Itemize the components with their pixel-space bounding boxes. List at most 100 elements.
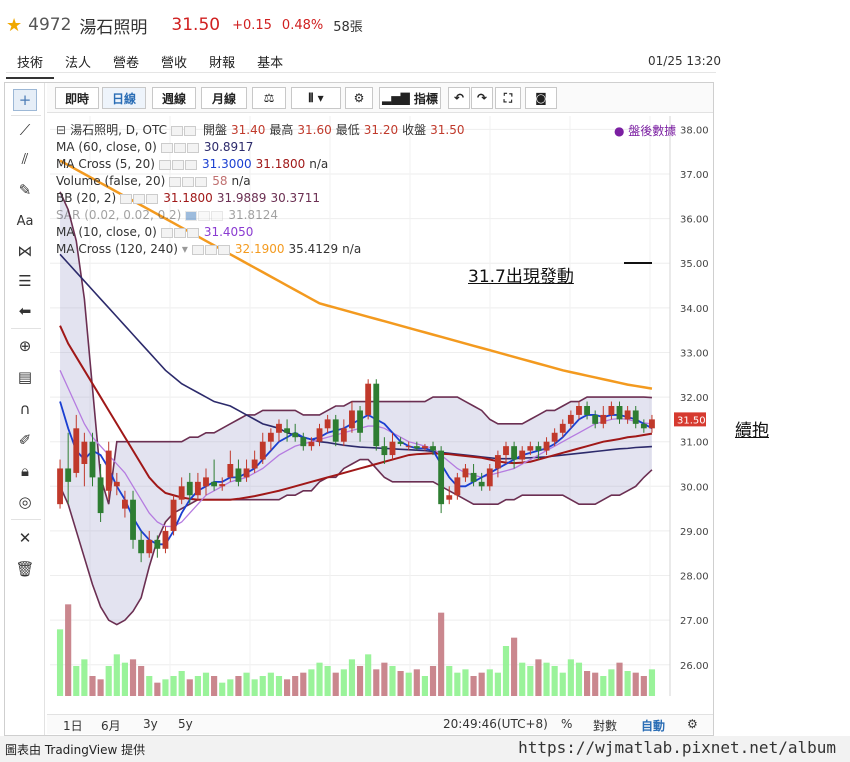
candle-body	[219, 484, 226, 487]
legend-eye-icon[interactable]	[185, 210, 198, 221]
fib-retracement-icon[interactable]: ☰	[13, 270, 37, 292]
indicators-label: 指標	[413, 91, 438, 106]
volume-bar	[535, 659, 542, 696]
fullscreen-icon[interactable]: ⛶	[495, 87, 521, 109]
range-3y-button[interactable]: 3y	[143, 717, 158, 731]
lock-icon[interactable]: 🔒︎	[13, 460, 37, 482]
watermark-text: https://wjmatlab.pixnet.net/album	[518, 738, 836, 757]
volume-bar	[275, 676, 283, 696]
range-1d-button[interactable]: 1日	[63, 717, 83, 734]
annotation-line	[624, 262, 652, 264]
legend-eye-icon[interactable]	[158, 159, 171, 170]
log-scale-button[interactable]: 對數	[593, 717, 617, 734]
tab-margin[interactable]: 營卷	[102, 50, 150, 79]
tab-basic[interactable]: 基本	[246, 50, 294, 79]
interval-monthly-button[interactable]: 月線	[201, 87, 247, 109]
volume-bar	[438, 612, 445, 696]
trend-line-icon[interactable]: ⟋	[13, 119, 37, 141]
legend-close-icon[interactable]	[186, 142, 199, 153]
pattern-icon[interactable]: ⋈	[13, 240, 37, 262]
redo-icon[interactable]: ↷	[471, 87, 493, 109]
candle-body	[373, 383, 380, 447]
price-tick-label: 28.00	[680, 572, 709, 583]
tab-institutional[interactable]: 法人	[54, 50, 102, 79]
legend-volume: Volume (false, 20) 58 n/a	[56, 173, 469, 190]
volume-bar	[121, 662, 128, 696]
chart-legend: ⊟ 湯石照明, D, OTC 開盤 31.40 最高 31.60 最低 31.20 收…	[56, 122, 469, 258]
legend-close-icon[interactable]	[211, 210, 224, 221]
collapse-legend-icon[interactable]: ⊟	[56, 122, 66, 139]
settings-gear-icon[interactable]: ⚙	[345, 87, 373, 109]
crosshair-icon[interactable]: +	[13, 89, 37, 111]
chart-type-candles-icon[interactable]: ⫴ ▾	[291, 87, 341, 109]
volume-bar	[178, 671, 185, 696]
indicators-button[interactable]: ▂▅▇ 指標	[379, 87, 441, 109]
legend-settings-icon[interactable]	[198, 210, 211, 221]
tab-financials[interactable]: 財報	[198, 50, 246, 79]
legend-open: 31.40	[231, 123, 266, 137]
volume-bar	[284, 679, 291, 696]
candle-body	[243, 468, 250, 478]
interval-intraday-button[interactable]: 即時	[55, 87, 99, 109]
legend-close-icon[interactable]	[146, 193, 159, 204]
legend-settings-icon[interactable]	[184, 125, 197, 136]
volume-bar	[502, 646, 510, 696]
legend-close-icon[interactable]	[195, 176, 208, 187]
tabs-divider	[6, 72, 716, 73]
legend-ma60-label: MA (60, close, 0)	[56, 140, 157, 154]
legend-close-icon[interactable]	[217, 244, 230, 255]
range-6m-button[interactable]: 6月	[101, 717, 121, 734]
trash-icon[interactable]: 🗑︎	[13, 558, 37, 580]
magnet-icon[interactable]: ∩	[13, 398, 37, 420]
pitchfork-icon[interactable]: ⫽	[13, 148, 37, 170]
legend-settings-icon[interactable]	[182, 176, 195, 187]
volume-bar	[397, 671, 404, 696]
volume-bar	[454, 672, 461, 696]
hide-drawings-icon[interactable]: ◎	[13, 491, 37, 513]
legend-macross520-v1: 31.3000	[201, 157, 252, 171]
brush-icon[interactable]: ✎	[13, 179, 37, 201]
compare-scale-icon[interactable]: ⚖	[252, 87, 286, 109]
legend-low-label: 最低	[335, 123, 360, 137]
settings-tools-icon[interactable]: ✕	[13, 527, 37, 549]
candle-body	[211, 481, 218, 487]
volume-bar	[332, 672, 339, 696]
candle-body	[649, 419, 655, 429]
tab-technical[interactable]: 技術	[6, 50, 55, 79]
legend-settings-icon[interactable]	[204, 244, 217, 255]
interval-daily-button[interactable]: 日線	[102, 87, 146, 109]
candle-body	[422, 446, 428, 449]
legend-settings-icon[interactable]	[133, 193, 146, 204]
stay-drawing-icon[interactable]: ✐	[13, 429, 37, 451]
tab-revenue[interactable]: 營收	[150, 50, 198, 79]
timezone[interactable]: (UTC+8)	[497, 717, 548, 731]
range-5y-button[interactable]: 5y	[178, 717, 193, 731]
undo-icon[interactable]: ↶	[448, 87, 470, 109]
legend-eye-icon[interactable]	[160, 227, 173, 238]
favorite-star-icon[interactable]: ★	[6, 15, 22, 36]
legend-settings-icon[interactable]	[171, 159, 184, 170]
text-tool-icon[interactable]: Aa	[13, 210, 37, 232]
camera-icon[interactable]: ◙	[525, 87, 557, 109]
legend-close-icon[interactable]	[184, 159, 197, 170]
legend-eye-icon[interactable]	[171, 125, 184, 136]
auto-scale-button[interactable]: 自動	[641, 717, 665, 734]
zoom-in-icon[interactable]: ⊕	[13, 335, 37, 357]
interval-weekly-button[interactable]: 週線	[152, 87, 196, 109]
legend-eye-icon[interactable]	[120, 193, 133, 204]
legend-eye-icon[interactable]	[169, 176, 182, 187]
volume-bar	[308, 669, 315, 696]
legend-eye-icon[interactable]	[191, 244, 204, 255]
legend-eye-icon[interactable]	[160, 142, 173, 153]
legend-settings-icon[interactable]	[173, 142, 186, 153]
chart-settings-gear-icon[interactable]: ⚙	[687, 717, 698, 731]
after-hours-dot-icon: ●	[614, 124, 629, 138]
legend-dropdown-icon[interactable]: ▾	[182, 241, 188, 258]
candle-body	[624, 410, 631, 420]
after-hours-label[interactable]: ● 盤後數據	[614, 122, 676, 139]
measure-icon[interactable]: ▤	[13, 366, 37, 388]
arrow-left-icon[interactable]: ⬅	[13, 300, 37, 322]
legend-settings-icon[interactable]	[173, 227, 186, 238]
legend-close-icon[interactable]	[186, 227, 199, 238]
percent-scale-button[interactable]: %	[561, 717, 572, 731]
